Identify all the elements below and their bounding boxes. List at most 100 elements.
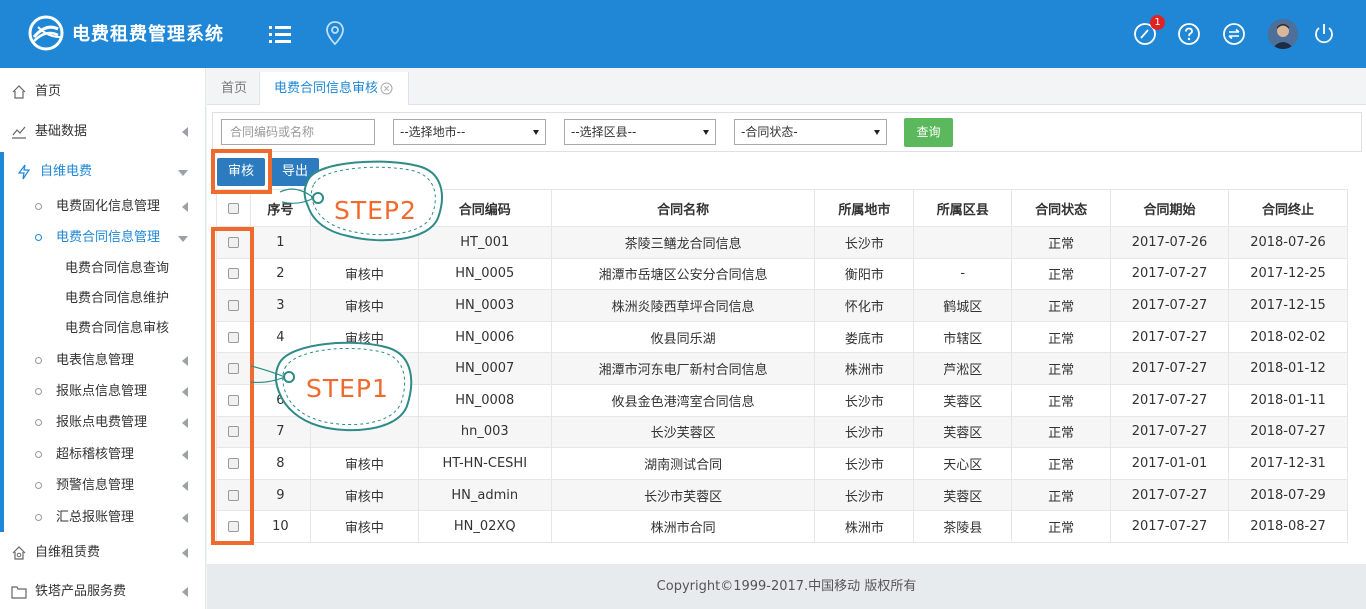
table-cell: 湖南测试合同 — [550, 447, 816, 480]
table-row[interactable]: 2 审核中 HN_0005 湘潭市岳塘区公安分合同信息 衡阳市 - 正常 2017-07-27… — [216, 257, 1348, 291]
sidebar-item-warning[interactable]: 预警信息管理 — [0, 470, 206, 501]
bullet-icon — [35, 482, 42, 489]
chevron-down-icon — [178, 236, 188, 242]
table-cell: 衡阳市 — [814, 257, 915, 291]
sidebar-item-label: 基础数据 — [35, 124, 88, 139]
table-row[interactable]: 10 审核中 HN_02XQ 株洲市合同 株洲市 茶陵县 正常 2017-07-27 2018-… — [216, 510, 1348, 543]
table-cell: 2018-07-29 — [1228, 478, 1348, 512]
chevron-left-icon — [182, 450, 188, 460]
table-cell: 2018-01-11 — [1228, 383, 1348, 417]
sidebar-item-label: 电费固化信息管理 — [56, 199, 161, 214]
sidebar-item-label: 预警信息管理 — [56, 478, 135, 493]
table-row[interactable]: 3 审核中 HN_0003 株洲炎陵西草坪合同信息 怀化市 鹤城区 正常 2017-07-27… — [216, 289, 1348, 322]
sidebar-item-point-info[interactable]: 报账点信息管理 — [0, 376, 206, 407]
sidebar: 首页 基础数据 自维电费 电费固化信息管理 电费合同信息管理 电费合同信息查询 … — [0, 68, 206, 609]
table-cell: 2017-12-25 — [1228, 257, 1348, 291]
sidebar-item-rent[interactable]: 自维租赁费 — [0, 537, 206, 568]
help-icon[interactable] — [1177, 22, 1201, 46]
table-cell: HT-HN-CESHI — [417, 447, 552, 480]
sidebar-item-point-fee[interactable]: 报账点电费管理 — [0, 407, 206, 438]
switch-icon[interactable] — [1222, 22, 1246, 46]
table-cell: 正常 — [1011, 447, 1112, 480]
menu-list-icon[interactable] — [268, 23, 292, 45]
table-cell: 正常 — [1011, 320, 1112, 354]
table-cell: 2 — [249, 257, 311, 291]
bullet-icon — [35, 234, 42, 241]
sidebar-item-label: 自维租赁费 — [35, 545, 101, 560]
table-cell: HN_02XQ — [417, 510, 552, 543]
city-select[interactable]: --选择地市-- — [393, 119, 546, 145]
dropdown-caret-icon — [533, 130, 539, 135]
sidebar-leaf-contract-query[interactable]: 电费合同信息查询 — [65, 254, 205, 284]
chevron-down-icon — [178, 170, 188, 176]
column-header: 合同状态 — [1011, 189, 1112, 227]
bullet-icon — [35, 203, 42, 210]
sidebar-item-contract-info[interactable]: 电费合同信息管理 — [0, 222, 206, 253]
sidebar-item-over-audit[interactable]: 超标稽核管理 — [0, 439, 206, 470]
select-all-checkbox[interactable] — [227, 202, 239, 214]
step1-label: STEP1 — [306, 374, 389, 403]
sidebar-leaf-contract-audit[interactable]: 电费合同信息审核 — [65, 314, 205, 344]
sidebar-item-home[interactable]: 首页 — [0, 76, 206, 107]
table-cell: 茶陵县 — [913, 510, 1013, 543]
table-cell: 2018-02-02 — [1228, 320, 1348, 354]
table-cell: 长沙市 — [814, 478, 915, 512]
china-mobile-logo — [28, 15, 64, 51]
sidebar-item-label: 电费合同信息管理 — [56, 230, 161, 245]
power-icon[interactable] — [1312, 22, 1336, 46]
table-row[interactable]: 9 审核中 HN_admin 长沙市芙蓉区 长沙市 芙蓉区 正常 2017-07-27 2018… — [216, 478, 1348, 512]
table-cell: 株洲炎陵西草坪合同信息 — [550, 289, 816, 322]
sidebar-leaf-contract-maintain[interactable]: 电费合同信息维护 — [65, 284, 205, 314]
chevron-left-icon — [182, 418, 188, 428]
column-header: 合同期始 — [1110, 189, 1229, 227]
table-cell: HN_0007 — [417, 352, 552, 385]
audit-button-highlight — [211, 149, 272, 194]
table-cell: 2017-12-15 — [1228, 289, 1348, 322]
table-cell: 长沙市 — [814, 226, 915, 259]
table-row[interactable]: 8 审核中 HT-HN-CESHI 湖南测试合同 长沙市 天心区 正常 2017-01-01 2… — [216, 447, 1348, 480]
table-cell: 正常 — [1011, 226, 1112, 259]
table-cell: hn_003 — [417, 415, 552, 449]
bullet-icon — [35, 419, 42, 426]
sidebar-item-fixed-info[interactable]: 电费固化信息管理 — [0, 191, 206, 222]
chart-line-icon — [12, 126, 26, 139]
table-cell: HN_admin — [417, 478, 552, 512]
sidebar-item-summary[interactable]: 汇总报账管理 — [0, 502, 206, 533]
location-pin-icon[interactable] — [324, 20, 346, 46]
chevron-left-icon — [182, 387, 188, 397]
table-cell: 2017-07-27 — [1110, 257, 1229, 291]
chevron-left-icon — [182, 481, 188, 491]
table-cell: 2017-07-26 — [1110, 226, 1229, 259]
sidebar-item-meter[interactable]: 电表信息管理 — [0, 345, 206, 376]
table-cell: 正常 — [1011, 257, 1112, 291]
table-cell: 正常 — [1011, 383, 1112, 417]
table-cell: 正常 — [1011, 478, 1112, 512]
table-cell: 2017-07-27 — [1110, 478, 1229, 512]
table-cell: 芦淞区 — [913, 352, 1013, 385]
table-cell: 2018-08-27 — [1228, 510, 1348, 543]
table-cell: 2018-07-27 — [1228, 415, 1348, 449]
table-cell: 2018-07-26 — [1228, 226, 1348, 259]
dropdown-caret-icon — [874, 130, 880, 135]
table-cell: - — [913, 257, 1013, 291]
table-cell: HN_0005 — [417, 257, 552, 291]
home-icon — [12, 85, 26, 99]
status-select[interactable]: -合同状态- — [734, 119, 887, 145]
close-icon[interactable] — [380, 82, 393, 95]
district-select[interactable]: --选择区县-- — [564, 119, 716, 145]
sidebar-item-tower[interactable]: 铁塔产品服务费 — [0, 576, 206, 607]
contract-search-input[interactable]: 合同编码或名称 — [221, 119, 375, 145]
tab-home[interactable]: 首页 — [221, 72, 259, 105]
table-cell: 株洲市合同 — [550, 510, 816, 543]
sidebar-item-label: 报账点信息管理 — [56, 384, 148, 399]
table-cell: 株洲市 — [814, 510, 915, 543]
table-cell: 湘潭市河东电厂新村合同信息 — [550, 352, 816, 385]
tab-contract-audit[interactable]: 电费合同信息审核 — [259, 72, 409, 105]
sidebar-item-self-power[interactable]: 自维电费 — [0, 156, 206, 187]
select-all-cell[interactable] — [216, 189, 251, 227]
avatar[interactable] — [1268, 19, 1298, 49]
query-button[interactable]: 查询 — [904, 118, 953, 147]
chevron-left-icon — [182, 513, 188, 523]
sidebar-item-basic-data[interactable]: 基础数据 — [0, 116, 206, 147]
table-cell: 长沙市 — [814, 447, 915, 480]
